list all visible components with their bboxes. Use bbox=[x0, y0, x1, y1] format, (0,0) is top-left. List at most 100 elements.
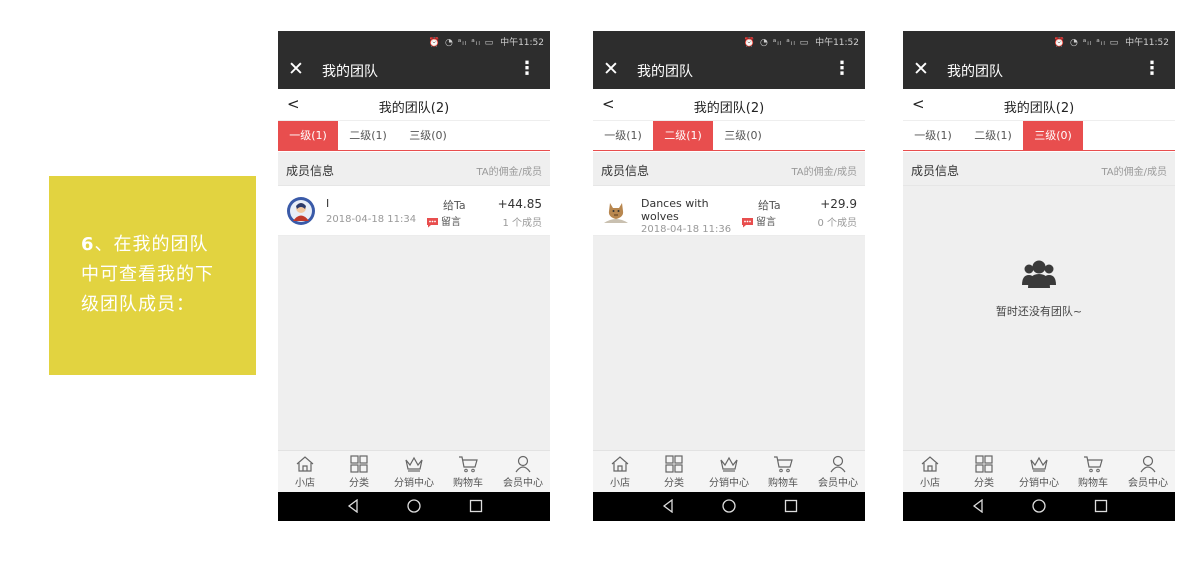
tab-level-3[interactable]: 三级(0) bbox=[1023, 121, 1083, 151]
tabbar-shop[interactable]: 小店 bbox=[903, 455, 957, 489]
close-icon[interactable]: ✕ bbox=[913, 58, 929, 80]
give-ta-button[interactable]: 给Ta bbox=[758, 197, 781, 213]
callout-line-3: 级团队成员： bbox=[81, 294, 195, 315]
commission-amount: +29.9 bbox=[820, 197, 857, 211]
page-nav-bar: < 我的团队(2) bbox=[903, 89, 1175, 121]
more-vertical-icon[interactable]: ⋮ bbox=[518, 59, 536, 79]
tabbar-shop[interactable]: 小店 bbox=[593, 455, 647, 489]
tabbar-member-center[interactable]: 会员中心 bbox=[811, 455, 865, 489]
leave-message-label: 留言 bbox=[756, 217, 776, 228]
section-subtitle: TA的佣金/成员 bbox=[1101, 167, 1167, 178]
tabbar-cart[interactable]: 购物车 bbox=[441, 455, 495, 489]
status-bar: ⏰ ◔ ᵃᵢₗ ᵃᵢₗ ▭ 中午11:52 bbox=[903, 31, 1175, 51]
back-triangle-icon[interactable] bbox=[346, 499, 360, 513]
recents-square-icon[interactable] bbox=[469, 499, 483, 513]
step-number: 6 bbox=[81, 234, 95, 255]
member-count: 1 个成员 bbox=[502, 218, 542, 229]
member-join-date: 2018-04-18 11:34 bbox=[326, 214, 417, 225]
more-vertical-icon[interactable]: ⋮ bbox=[833, 59, 851, 79]
member-name: Dances with wolves bbox=[641, 197, 709, 223]
recents-square-icon[interactable] bbox=[1094, 499, 1108, 513]
tab-level-1[interactable]: 一级(1) bbox=[278, 121, 338, 151]
section-title: 成员信息 bbox=[911, 164, 960, 178]
phone-screen-level-1: ⏰ ◔ ᵃᵢₗ ᵃᵢₗ ▭ 中午11:52 ✕ 我的团队 ⋮ < 我的团队(2)… bbox=[278, 31, 550, 521]
system-nav-bar bbox=[593, 492, 865, 521]
tabbar-category[interactable]: 分类 bbox=[647, 455, 701, 489]
tabbar-cart-label: 购物车 bbox=[1078, 478, 1108, 489]
close-icon[interactable]: ✕ bbox=[603, 58, 619, 80]
tab-level-2[interactable]: 二级(1) bbox=[653, 121, 713, 151]
tab-level-3[interactable]: 三级(0) bbox=[398, 121, 458, 151]
app-bar: ✕ 我的团队 ⋮ bbox=[903, 51, 1175, 89]
close-icon[interactable]: ✕ bbox=[288, 58, 304, 80]
leave-message-button[interactable]: 留言 bbox=[741, 213, 776, 228]
home-circle-icon[interactable] bbox=[722, 499, 736, 513]
home-icon bbox=[611, 456, 629, 472]
tab-level-1[interactable]: 一级(1) bbox=[903, 121, 963, 151]
tabbar-member-center-label: 会员中心 bbox=[503, 478, 543, 489]
status-icons: ⏰ ◔ ᵃᵢₗ ᵃᵢₗ ▭ bbox=[428, 38, 495, 48]
list-item[interactable]: I 2018-04-18 11:34 给Ta 留言 +44.85 1 个成员 bbox=[278, 186, 550, 236]
tabbar-distribution[interactable]: 分销中心 bbox=[702, 455, 756, 489]
tabbar-category[interactable]: 分类 bbox=[957, 455, 1011, 489]
page-nav-bar: < 我的团队(2) bbox=[593, 89, 865, 121]
tabbar-member-center[interactable]: 会员中心 bbox=[496, 455, 550, 489]
tabbar-cart[interactable]: 购物车 bbox=[756, 455, 810, 489]
home-icon bbox=[296, 456, 314, 472]
commission-amount: +44.85 bbox=[497, 197, 542, 211]
leave-message-button[interactable]: 留言 bbox=[426, 213, 461, 228]
member-join-date: 2018-04-18 11:36 bbox=[641, 224, 732, 235]
member-list: 成员信息 TA的佣金/成员 I 2018-04-18 11:34 给Ta 留言 … bbox=[278, 152, 550, 450]
member-list: 成员信息 TA的佣金/成员 Dances with wolves 2018-04-… bbox=[593, 152, 865, 450]
tabbar-cart-label: 购物车 bbox=[453, 478, 483, 489]
app-bar: ✕ 我的团队 ⋮ bbox=[278, 51, 550, 89]
tab-level-2[interactable]: 二级(1) bbox=[963, 121, 1023, 151]
user-icon bbox=[1140, 455, 1156, 473]
tabbar-distribution-label: 分销中心 bbox=[1019, 478, 1059, 489]
tabbar-cart[interactable]: 购物车 bbox=[1066, 455, 1120, 489]
tab-level-1[interactable]: 一级(1) bbox=[593, 121, 653, 151]
user-icon bbox=[515, 455, 531, 473]
section-title: 成员信息 bbox=[286, 164, 335, 178]
list-item[interactable]: Dances with wolves 2018-04-18 11:36 给Ta 留… bbox=[593, 186, 865, 236]
tab-level-3[interactable]: 三级(0) bbox=[713, 121, 773, 151]
section-subtitle: TA的佣金/成员 bbox=[476, 167, 542, 178]
message-bubble-icon bbox=[742, 217, 753, 227]
tabbar-member-center-label: 会员中心 bbox=[818, 478, 858, 489]
tabbar-shop[interactable]: 小店 bbox=[278, 455, 332, 489]
bottom-tab-bar: 小店 分类 分销中心 购物车 会员中心 bbox=[903, 450, 1175, 492]
section-subtitle: TA的佣金/成员 bbox=[791, 167, 857, 178]
phone-screen-level-2: ⏰ ◔ ᵃᵢₗ ᵃᵢₗ ▭ 中午11:52 ✕ 我的团队 ⋮ < 我的团队(2)… bbox=[593, 31, 865, 521]
give-ta-button[interactable]: 给Ta bbox=[443, 197, 466, 213]
more-vertical-icon[interactable]: ⋮ bbox=[1143, 59, 1161, 79]
level-tabs: 一级(1) 二级(1) 三级(0) bbox=[903, 121, 1175, 151]
bottom-tab-bar: 小店 分类 分销中心 购物车 会员中心 bbox=[593, 450, 865, 492]
leave-message-label: 留言 bbox=[441, 217, 461, 228]
status-time: 中午11:52 bbox=[500, 38, 544, 48]
home-circle-icon[interactable] bbox=[407, 499, 421, 513]
crown-icon bbox=[405, 456, 423, 472]
tabbar-member-center[interactable]: 会员中心 bbox=[1121, 455, 1175, 489]
phone-screen-level-3: ⏰ ◔ ᵃᵢₗ ᵃᵢₗ ▭ 中午11:52 ✕ 我的团队 ⋮ < 我的团队(2)… bbox=[903, 31, 1175, 521]
tabbar-category[interactable]: 分类 bbox=[332, 455, 386, 489]
message-bubble-icon bbox=[427, 217, 438, 227]
tabbar-distribution[interactable]: 分销中心 bbox=[1012, 455, 1066, 489]
tabbar-distribution[interactable]: 分销中心 bbox=[387, 455, 441, 489]
status-icons: ⏰ ◔ ᵃᵢₗ ᵃᵢₗ ▭ bbox=[1053, 38, 1120, 48]
section-header: 成员信息 TA的佣金/成员 bbox=[903, 152, 1175, 186]
tabbar-shop-label: 小店 bbox=[920, 478, 940, 489]
instruction-callout: 6、在我的团队 中可查看我的下 级团队成员： bbox=[49, 176, 256, 375]
home-circle-icon[interactable] bbox=[1032, 499, 1046, 513]
bottom-tab-bar: 小店 分类 分销中心 购物车 会员中心 bbox=[278, 450, 550, 492]
app-bar-title: 我的团队 bbox=[947, 64, 1003, 80]
back-triangle-icon[interactable] bbox=[661, 499, 675, 513]
tab-level-2[interactable]: 二级(1) bbox=[338, 121, 398, 151]
back-triangle-icon[interactable] bbox=[971, 499, 985, 513]
section-header: 成员信息 TA的佣金/成员 bbox=[593, 152, 865, 186]
status-bar: ⏰ ◔ ᵃᵢₗ ᵃᵢₗ ▭ 中午11:52 bbox=[278, 31, 550, 51]
page-title: 我的团队(2) bbox=[1003, 101, 1075, 116]
grid-icon bbox=[350, 455, 368, 473]
tabbar-shop-label: 小店 bbox=[610, 478, 630, 489]
recents-square-icon[interactable] bbox=[784, 499, 798, 513]
tabbar-category-label: 分类 bbox=[974, 478, 994, 489]
